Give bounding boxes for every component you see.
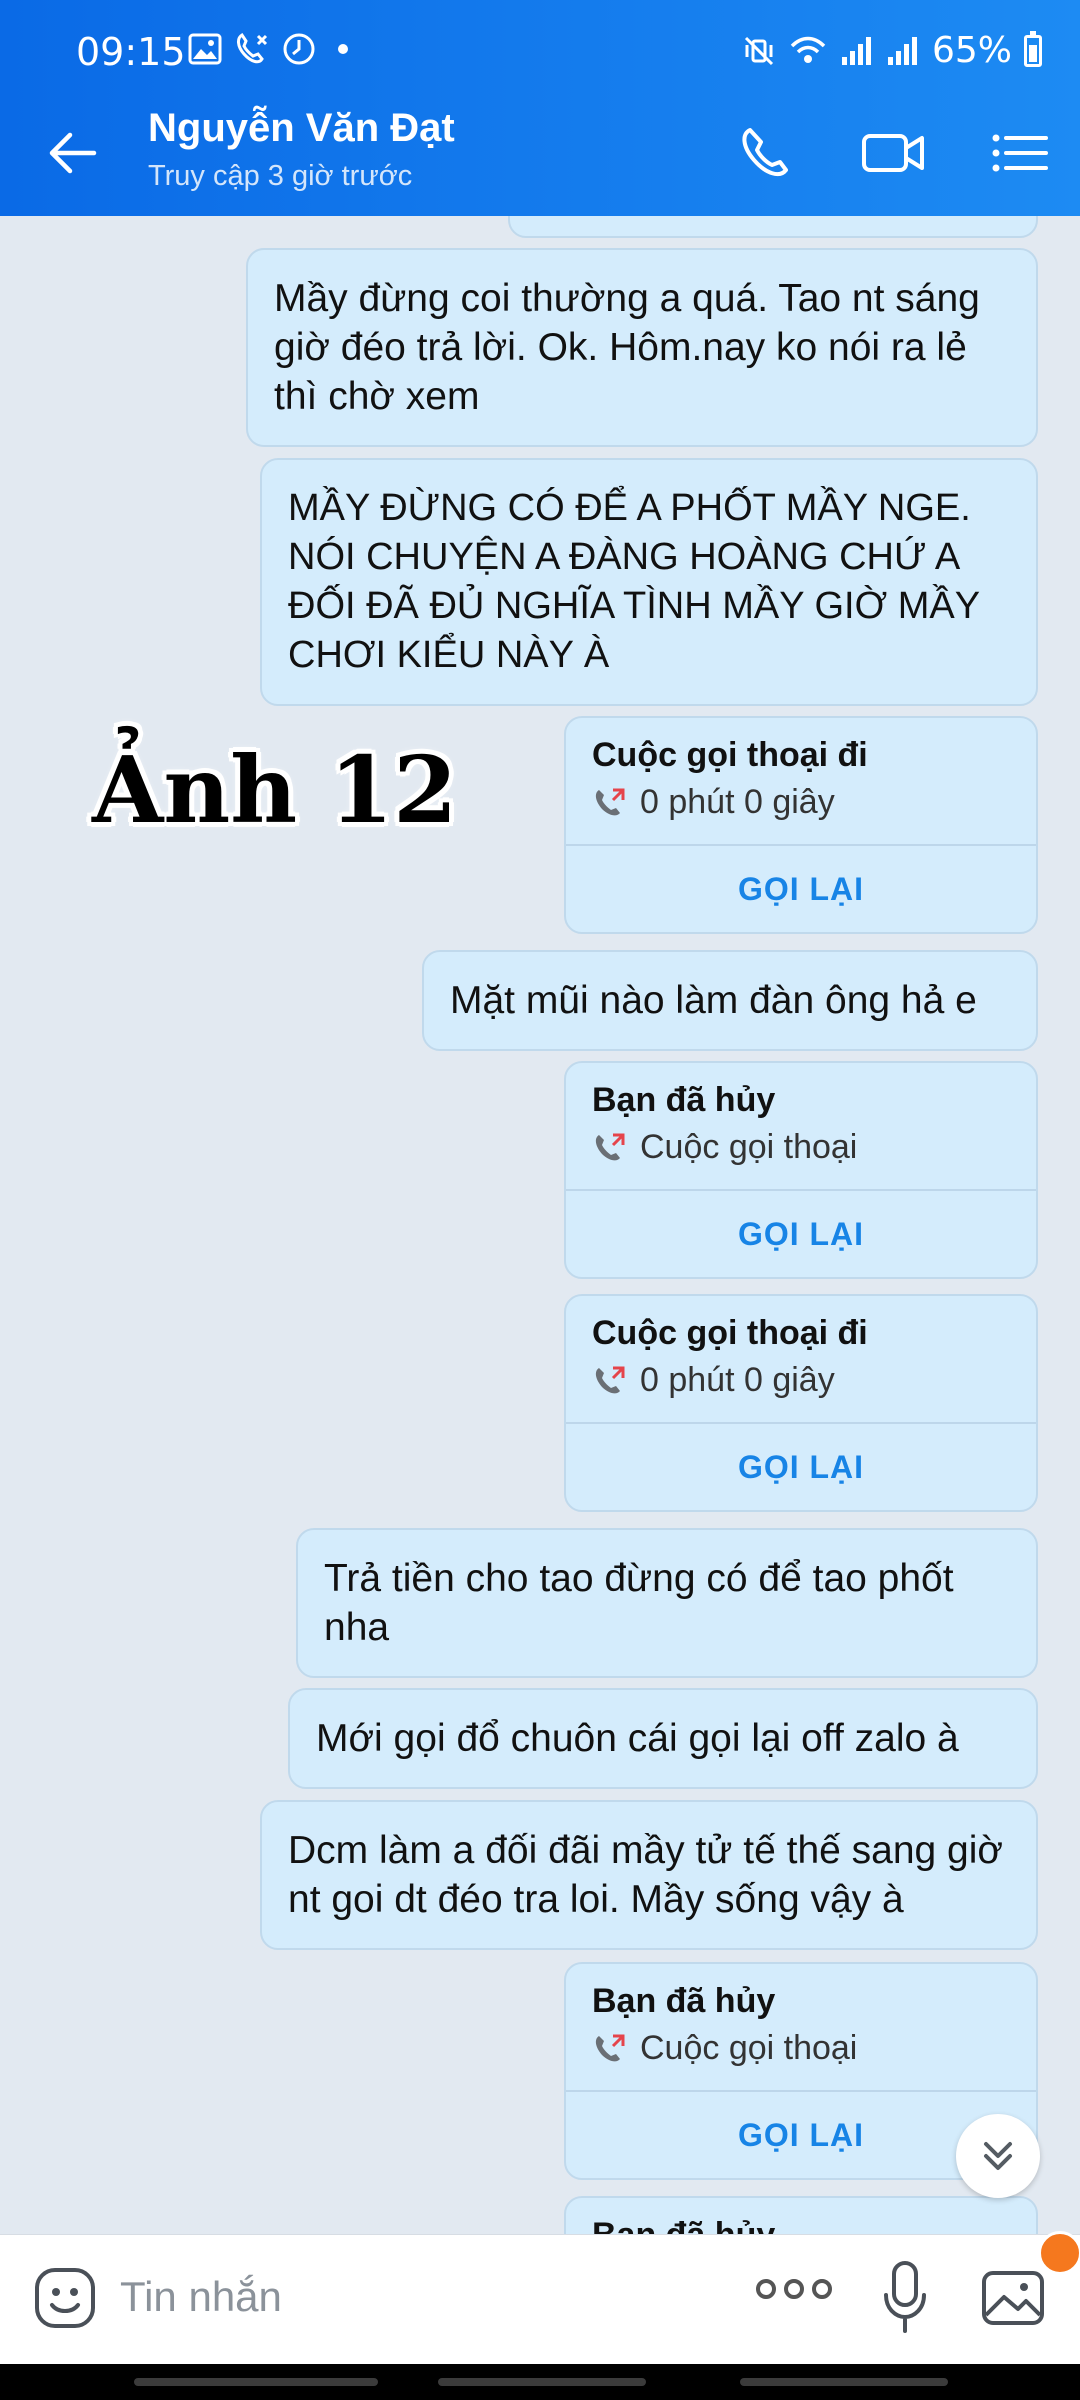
clock-notification-icon bbox=[283, 33, 315, 65]
notification-dot bbox=[338, 44, 348, 54]
message-bubble-partial bbox=[508, 216, 1038, 238]
scroll-to-bottom-button[interactable] bbox=[956, 2114, 1040, 2198]
outgoing-call-icon bbox=[595, 1366, 625, 1393]
call-title: Bạn đã hủy bbox=[592, 2216, 1010, 2234]
chat-header: Nguyễn Văn Đạt Truy cập 3 giờ trước bbox=[0, 92, 1080, 216]
gallery-notification-icon bbox=[188, 33, 222, 65]
sticker-smile-icon[interactable] bbox=[32, 2265, 98, 2331]
gallery-badge bbox=[1038, 2231, 1080, 2275]
watermark-label: Ảnh 12 bbox=[92, 736, 458, 844]
outgoing-call-icon bbox=[595, 2034, 625, 2061]
nav-home[interactable] bbox=[438, 2378, 646, 2386]
status-time: 09:15 bbox=[76, 30, 186, 74]
call-detail: 0 phút 0 giây bbox=[640, 783, 835, 821]
last-seen-status: Truy cập 3 giờ trước bbox=[148, 160, 413, 192]
call-title: Bạn đã hủy bbox=[592, 1081, 776, 1119]
call-back-button[interactable]: GỌI LẠI bbox=[566, 1191, 1036, 1277]
outgoing-call-icon bbox=[595, 1133, 625, 1160]
system-navigation-bar bbox=[0, 2364, 1080, 2400]
message-list[interactable]: Mầy đừng coi thường a quá. Tao nt sáng g… bbox=[0, 216, 1080, 2234]
battery-percent: 65% bbox=[931, 30, 1012, 71]
message-bubble[interactable]: Mặt mũi nào làm đàn ông hả e bbox=[422, 950, 1038, 1051]
call-card: Bạn đã hủy Cuộc gọi thoại GỌI LẠI bbox=[564, 1061, 1038, 1279]
wifi-icon bbox=[790, 36, 826, 63]
call-card: Cuộc gọi thoại đi 0 phút 0 giây GỌI LẠI bbox=[564, 1294, 1038, 1512]
video-camera-icon[interactable] bbox=[858, 120, 930, 186]
signal-strength-2-icon bbox=[887, 36, 917, 65]
call-detail: Cuộc gọi thoại bbox=[640, 2029, 858, 2067]
call-card-partial: Bạn đã hủy bbox=[564, 2196, 1038, 2234]
battery-icon bbox=[1024, 30, 1042, 67]
contact-name[interactable]: Nguyễn Văn Đạt bbox=[148, 106, 455, 151]
image-gallery-icon[interactable] bbox=[978, 2263, 1048, 2333]
call-title: Cuộc gọi thoại đi bbox=[592, 736, 868, 774]
call-detail: 0 phút 0 giây bbox=[640, 1361, 835, 1399]
call-title: Bạn đã hủy bbox=[592, 1982, 776, 2020]
call-back-button[interactable]: GỌI LẠI bbox=[566, 1424, 1036, 1510]
message-bubble[interactable]: MẦY ĐỪNG CÓ ĐỂ A PHỐT MẦY NGE. NÓI CHUYỆ… bbox=[260, 458, 1038, 706]
more-dots-icon[interactable] bbox=[756, 2279, 832, 2299]
nav-back[interactable] bbox=[740, 2378, 948, 2386]
message-bubble[interactable]: Mầy đừng coi thường a quá. Tao nt sáng g… bbox=[246, 248, 1038, 447]
missed-call-notification-icon bbox=[237, 32, 268, 64]
phone-icon[interactable] bbox=[732, 120, 804, 186]
message-bubble[interactable]: Dcm làm a đối đãi mầy tử tế thế sang giờ… bbox=[260, 1800, 1038, 1950]
status-bar: 09:15 65% bbox=[0, 0, 1080, 92]
message-input[interactable] bbox=[120, 2267, 720, 2327]
call-detail: Cuộc gọi thoại bbox=[640, 1128, 858, 1166]
top-bar: 09:15 65% Nguyễn Văn Đạt Truy cập 3 giờ … bbox=[0, 0, 1080, 216]
outgoing-call-icon bbox=[595, 788, 625, 815]
arrow-left-icon[interactable] bbox=[40, 120, 106, 186]
microphone-icon[interactable] bbox=[878, 2259, 932, 2335]
message-input-bar bbox=[0, 2231, 1080, 2364]
nav-recent-apps[interactable] bbox=[134, 2378, 378, 2386]
message-bubble[interactable]: Trả tiền cho tao đừng có để tao phốt nha bbox=[296, 1528, 1038, 1678]
message-bubble[interactable]: Mới gọi đổ chuôn cái gọi lại off zalo à bbox=[288, 1688, 1038, 1789]
call-back-button[interactable]: GỌI LẠI bbox=[566, 846, 1036, 932]
double-chevron-down-icon bbox=[984, 2142, 1012, 2170]
mute-vibrate-icon bbox=[744, 36, 774, 65]
call-title: Cuộc gọi thoại đi bbox=[592, 1314, 868, 1352]
signal-strength-icon bbox=[841, 36, 871, 65]
list-menu-icon[interactable] bbox=[984, 120, 1056, 186]
call-card: Cuộc gọi thoại đi 0 phút 0 giây GỌI LẠI bbox=[564, 716, 1038, 934]
